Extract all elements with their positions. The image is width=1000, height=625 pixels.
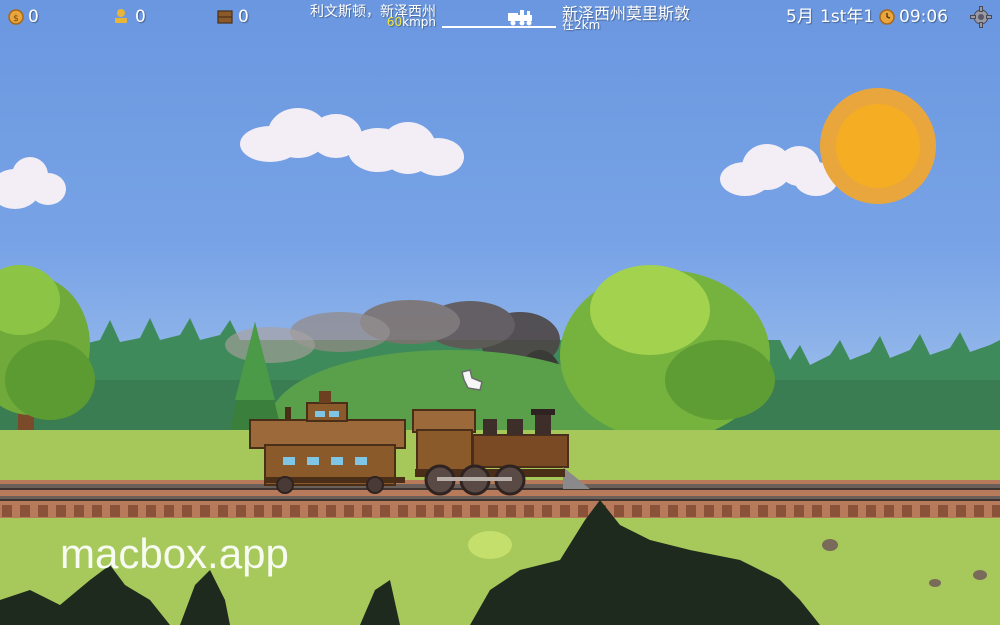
speed-unit: kmph xyxy=(402,15,436,29)
top-hud: $ 0 0 0 利文斯顿，新泽西州 60kmph 新泽西州莫里斯敦 在2km 5… xyxy=(0,0,1000,34)
train-icon xyxy=(508,10,532,26)
route-progress-bar xyxy=(442,26,556,28)
current-date: 1st年1 xyxy=(820,7,875,27)
coin-count: 0 xyxy=(28,7,39,27)
game-scene: macbox.app $ 0 0 0 利文斯顿，新泽西州 60kmph 新泽西州… xyxy=(0,0,1000,625)
gear-icon[interactable] xyxy=(970,6,992,28)
clock-icon xyxy=(879,9,895,25)
cargo-crate-icon xyxy=(217,10,233,24)
train-speed: 60kmph xyxy=(340,15,436,29)
speed-value: 60 xyxy=(386,15,403,29)
watermark: macbox.app xyxy=(60,530,289,577)
svg-text:$: $ xyxy=(13,14,19,24)
current-month: 5月 xyxy=(786,7,814,27)
current-time: 09:06 xyxy=(899,7,948,27)
route-distance: 在2km xyxy=(562,18,601,32)
coin-icon: $ xyxy=(8,9,24,25)
passenger-count: 0 xyxy=(135,7,146,27)
passenger-icon xyxy=(115,9,127,23)
